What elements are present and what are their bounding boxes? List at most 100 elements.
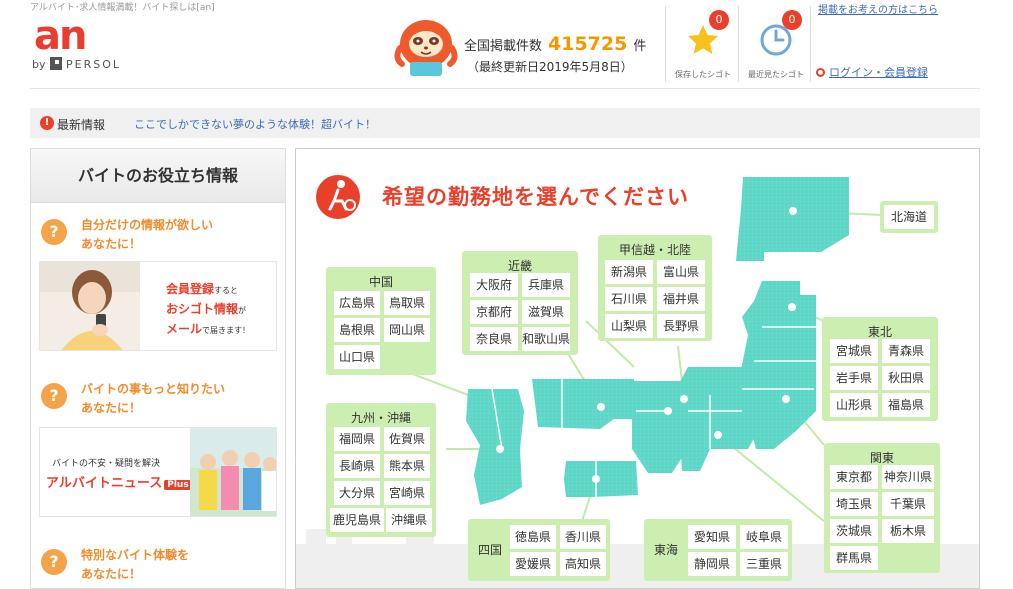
logo-brand: PERSOL — [66, 58, 121, 71]
sloth-mascot-icon — [394, 20, 458, 76]
pref-button[interactable]: 茨城県 — [830, 519, 878, 543]
saved-jobs-button[interactable]: 0 保存したシゴト — [667, 6, 739, 84]
header-divider-line — [30, 88, 980, 89]
viewed-jobs-button[interactable]: 0 最近見たシゴト — [740, 6, 812, 84]
pref-button[interactable]: 大分県 — [334, 481, 380, 505]
persol-mark-icon — [50, 57, 62, 70]
sidebar: バイトのお役立ち情報 ? 自分だけの情報が欲しい あなたに！ 会員登録すると お… — [30, 148, 286, 589]
pref-button[interactable]: 岐阜県 — [740, 525, 788, 549]
map-panel: 希望の勤務地を選んでください 北海道 東北 宮城県 青森県 岩手県 秋田県 山形… — [295, 148, 980, 589]
banner-text: アルバイトニュース — [46, 476, 163, 491]
pref-button[interactable]: 栃木県 — [882, 519, 934, 543]
pref-button[interactable]: 宮崎県 — [384, 481, 430, 505]
students-photo — [190, 428, 276, 516]
viewed-count-badge: 0 — [782, 10, 802, 30]
pref-button[interactable]: 佐賀県 — [384, 427, 430, 451]
pref-button[interactable]: 兵庫県 — [522, 273, 570, 297]
post-listing-link[interactable]: 掲載をお考えの方はこちら — [818, 1, 938, 16]
question-icon: ? — [41, 383, 67, 409]
saved-label: 保存したシゴト — [675, 70, 731, 79]
pref-button[interactable]: 岩手県 — [830, 366, 878, 390]
viewed-label: 最近見たシゴト — [748, 70, 804, 79]
pref-button[interactable]: 長野県 — [657, 314, 705, 338]
map-title: 希望の勤務地を選んでください — [382, 185, 689, 209]
section-line1: バイトの事もっと知りたい — [81, 382, 226, 396]
pref-button[interactable]: 埼玉県 — [830, 492, 878, 516]
region-koshinetsu-hokuriku: 甲信越・北陸 新潟県 富山県 石川県 福井県 山梨県 長野県 — [598, 235, 712, 341]
pref-button[interactable]: 広島県 — [334, 291, 380, 315]
pref-button[interactable]: 沖縄県 — [386, 508, 432, 532]
arbeit-news-banner[interactable]: バイトの不安・疑問を解決 アルバイトニュース Plus — [39, 427, 277, 517]
pref-button[interactable]: 京都府 — [470, 300, 518, 324]
section-line2: あなたに！ — [81, 401, 142, 415]
pref-button[interactable]: 滋賀県 — [522, 300, 570, 324]
pref-button[interactable]: 群馬県 — [830, 546, 878, 570]
pref-button[interactable]: 福島県 — [882, 393, 930, 417]
saved-count-badge: 0 — [709, 10, 729, 30]
login-register-link[interactable]: ログイン・会員登録 — [816, 64, 928, 80]
logo-by: by — [32, 58, 46, 71]
banner-text: 会員登録 — [166, 282, 215, 296]
region-kinki: 近畿 大阪府 兵庫県 京都府 滋賀県 奈良県 和歌山県 — [462, 251, 578, 355]
section-line1: 特別なバイト体験を — [81, 548, 190, 562]
pref-button[interactable]: 山梨県 — [605, 314, 653, 338]
pref-button[interactable]: 千葉県 — [882, 492, 934, 516]
region-name[interactable]: 関東 — [824, 449, 940, 466]
an-logo[interactable]: an by PERSOL — [30, 14, 150, 74]
region-kanto: 関東 東京都 神奈川県 埼玉県 千葉県 茨城県 栃木県 群馬県 — [824, 443, 940, 573]
pref-button[interactable]: 石川県 — [605, 287, 653, 311]
pref-button[interactable]: 熊本県 — [384, 454, 430, 478]
pref-button[interactable]: 新潟県 — [605, 260, 653, 284]
pref-button[interactable]: 奈良県 — [470, 327, 518, 351]
region-name[interactable]: 四国 — [472, 541, 508, 558]
question-icon: ? — [41, 219, 67, 245]
pref-button[interactable]: 徳島県 — [510, 525, 556, 549]
banner-text: が — [238, 306, 247, 315]
pref-button[interactable]: 愛知県 — [688, 525, 736, 549]
pref-button[interactable]: 鹿児島県 — [330, 508, 384, 532]
ring-icon — [816, 68, 825, 77]
pref-button[interactable]: 福岡県 — [334, 427, 380, 451]
pref-button[interactable]: 山形県 — [830, 393, 878, 417]
pref-button[interactable]: 高知県 — [560, 552, 606, 576]
banner-text: で届きます！ — [202, 326, 251, 335]
listing-count: 全国掲載件数 415725 件 — [464, 33, 646, 55]
header-divider — [665, 6, 666, 82]
region-name[interactable]: 中国 — [326, 273, 436, 290]
region-name[interactable]: 東北 — [822, 323, 938, 340]
pref-button[interactable]: 岡山県 — [384, 318, 430, 342]
pref-button[interactable]: 静岡県 — [688, 552, 736, 576]
pref-button[interactable]: 北海道 — [884, 205, 934, 229]
pref-button[interactable]: 和歌山県 — [522, 327, 570, 351]
pref-button[interactable]: 東京都 — [830, 465, 878, 489]
pref-button[interactable]: 山口県 — [334, 345, 380, 369]
pref-button[interactable]: 富山県 — [657, 260, 705, 284]
region-name[interactable]: 甲信越・北陸 — [598, 241, 712, 258]
banner-text: おシゴト情報 — [166, 302, 239, 316]
pref-button[interactable]: 秋田県 — [882, 366, 930, 390]
pref-button[interactable]: 愛媛県 — [510, 552, 556, 576]
region-tohoku: 東北 宮城県 青森県 岩手県 秋田県 山形県 福島県 — [822, 317, 938, 421]
pref-button[interactable]: 青森県 — [882, 339, 930, 363]
pref-button[interactable]: 大阪府 — [470, 273, 518, 297]
pref-button[interactable]: 島根県 — [334, 318, 380, 342]
region-tokai: 東海 愛知県 岐阜県 静岡県 三重県 — [644, 519, 792, 581]
region-name[interactable]: 東海 — [648, 541, 684, 558]
sidebar-title: バイトのお役立ち情報 — [31, 149, 285, 203]
logo-text: an — [34, 13, 87, 59]
region-name[interactable]: 九州・沖縄 — [326, 409, 436, 426]
pref-button[interactable]: 香川県 — [560, 525, 606, 549]
pref-button[interactable]: 長崎県 — [334, 454, 380, 478]
question-icon: ? — [41, 549, 67, 575]
pref-button[interactable]: 福井県 — [657, 287, 705, 311]
member-register-banner[interactable]: 会員登録すると おシゴト情報が メールで届きます！ — [39, 261, 277, 351]
count-value: 415725 — [548, 33, 628, 55]
pref-button[interactable]: 鳥取県 — [384, 291, 430, 315]
news-link[interactable]: ここでしかできない夢のような体験！超バイト！ — [134, 116, 376, 132]
pref-button[interactable]: 三重県 — [740, 552, 788, 576]
region-name[interactable]: 近畿 — [462, 257, 578, 274]
banner-text: すると — [214, 286, 239, 295]
pref-button[interactable]: 宮城県 — [830, 339, 878, 363]
pref-button[interactable]: 神奈川県 — [882, 465, 934, 489]
banner-text: バイトの不安・疑問を解決 — [52, 459, 161, 469]
